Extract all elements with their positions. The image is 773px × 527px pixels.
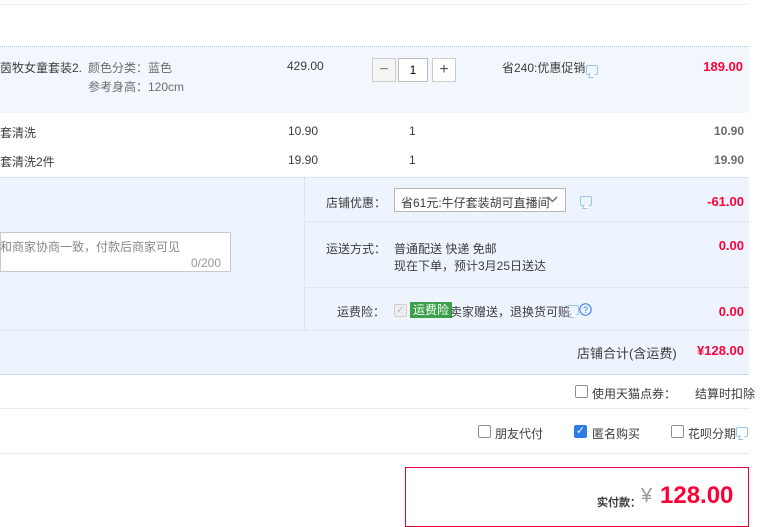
row-divider: [0, 408, 749, 409]
shop-discount-selected: 省61元:牛仔套装胡可直播间: [401, 196, 550, 210]
quantity-decrease-button[interactable]: −: [372, 58, 396, 82]
actual-payment-label: 实付款：: [597, 497, 641, 509]
friend-pay-checkbox[interactable]: [478, 425, 491, 438]
chat-icon[interactable]: [580, 196, 592, 206]
row-divider: [304, 287, 749, 288]
item-attr-height: 参考身高：120cm: [88, 80, 185, 94]
shop-discount-amount: -61.00: [707, 194, 744, 209]
chat-icon[interactable]: [567, 305, 579, 315]
tmall-points-label: 使用天猫点券：: [592, 387, 677, 401]
tmall-points-checkbox[interactable]: [575, 385, 588, 398]
shop-total-amount: ¥128.00: [697, 343, 744, 358]
item-promo-text: 省240:优惠促销: [502, 61, 586, 75]
service-item-name[interactable]: 套清洗: [0, 124, 36, 141]
friend-pay-label: 朋友代付: [495, 427, 544, 441]
insurance-text: 卖家赠送，退换货可赔: [450, 305, 571, 319]
table-header-band: [0, 0, 749, 47]
anonymous-purchase-checkbox[interactable]: ✓: [574, 425, 587, 438]
service-item-subtotal: 10.90: [713, 124, 744, 138]
item-unit-price: 429.00: [287, 59, 324, 73]
insurance-amount: 0.00: [718, 304, 744, 319]
message-char-counter: 0/200: [191, 256, 222, 270]
insurance-label: 运费险：: [337, 305, 386, 319]
row-divider: [304, 221, 749, 222]
anonymous-purchase-label: 匿名购买: [592, 427, 641, 441]
service-item-qty: 1: [409, 124, 416, 138]
insurance-checkbox[interactable]: ✓: [394, 304, 407, 317]
shipping-eta: 现在下单，预计3月25日送达: [394, 259, 547, 273]
svg-text:?: ?: [583, 305, 588, 315]
checkout-deduct-text: 结算时扣除: [695, 387, 756, 401]
huabei-installment-checkbox[interactable]: [671, 425, 684, 438]
shipping-method: 普通配送 快递 免邮: [394, 242, 497, 256]
currency-symbol: ¥: [641, 485, 653, 507]
row-divider: [0, 453, 749, 454]
item-subtotal: 189.00: [703, 59, 743, 74]
help-circle-icon[interactable]: ?: [579, 303, 592, 316]
service-item-price: 10.90: [288, 124, 319, 138]
quantity-input[interactable]: [398, 58, 428, 82]
sub-items-area: [0, 113, 749, 177]
chevron-down-icon: [547, 196, 558, 203]
actual-payment-amount: 128.00: [660, 482, 734, 509]
row-divider: [0, 330, 749, 331]
item-title-link[interactable]: 茵牧女童套装2...: [0, 59, 82, 76]
service-item-qty: 1: [409, 153, 416, 167]
service-item-price: 19.90: [288, 153, 319, 167]
buyer-message-placeholder: 和商家协商一致，付款后商家可见: [0, 240, 181, 254]
column-divider: [304, 178, 305, 330]
chat-icon[interactable]: [736, 427, 748, 437]
service-item-name[interactable]: 套清洗2件: [0, 153, 55, 170]
service-item-subtotal: 19.90: [713, 153, 744, 167]
shop-total-label: 店铺合计(含运费): [577, 346, 677, 361]
shipping-amount: 0.00: [718, 238, 744, 253]
insurance-badge: 运费险: [410, 302, 453, 318]
huabei-installment-label: 花呗分期: [688, 427, 737, 441]
item-attr-color: 颜色分类：蓝色: [88, 61, 173, 75]
chat-icon[interactable]: [586, 65, 598, 75]
shipping-label: 运送方式：: [326, 242, 387, 256]
shop-discount-label: 店铺优惠：: [326, 196, 387, 210]
quantity-increase-button[interactable]: +: [432, 58, 456, 82]
